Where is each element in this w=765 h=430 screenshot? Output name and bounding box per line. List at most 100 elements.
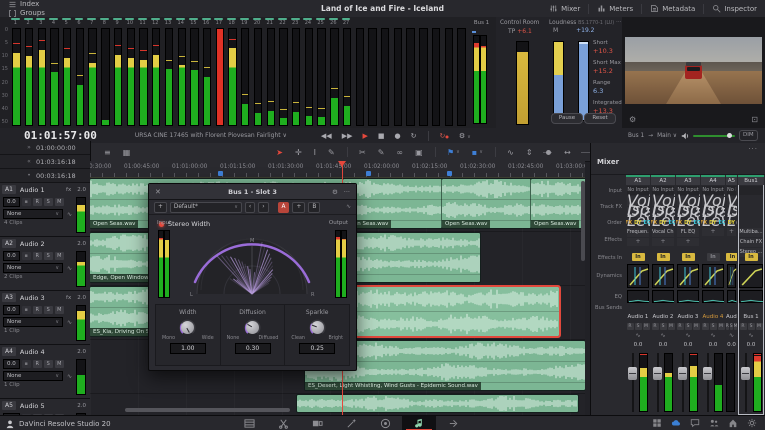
marker-icon[interactable]: ▪ [472,148,477,157]
effect-slot[interactable]: Frequen... [627,228,649,237]
m-button[interactable]: M [55,252,64,260]
pan-control[interactable]: ∿ [676,332,700,341]
bus-assign-dropdown[interactable]: None∨ [3,371,63,381]
track-height-slider[interactable] [543,152,552,153]
track-gain-value[interactable]: 0.0 [3,197,20,207]
record-button[interactable]: ● [394,132,400,140]
timecode-row[interactable]: «01:03:16:18 [0,155,90,169]
flag-chevron-icon[interactable]: ∨ [456,149,460,155]
m-button[interactable]: M [756,323,763,330]
flag-icon[interactable]: ⚑ [447,148,454,157]
mixer-menu-icon[interactable]: ··· [748,145,758,153]
lock-icon[interactable]: ▪ [22,198,31,206]
channel-fader[interactable] [726,350,737,415]
order-dy[interactable]: DY [728,220,735,226]
eq-graph[interactable] [677,290,699,303]
trackfx-slot[interactable]: Dial Lev [727,207,736,217]
fader-handle[interactable] [703,367,712,380]
strip-tab[interactable]: A5 [726,175,737,185]
pan-control[interactable]: ∿ [738,332,764,341]
track-header-a4[interactable]: A4Audio 42.00.0▪RSMNone∨∿1 Clip [0,345,90,399]
chat-button[interactable] [690,418,700,430]
dynamics-graph[interactable] [677,264,699,288]
s-button[interactable]: S [748,323,755,330]
topbar-button-inspector[interactable]: Inspector [704,4,765,13]
channel-fader[interactable] [676,350,700,415]
timeline-marker[interactable] [218,171,223,176]
m-button[interactable]: M [693,323,700,330]
m-button[interactable]: M [55,306,64,314]
preset-b-button[interactable]: B [308,202,320,213]
plugin-close-icon[interactable]: ✕ [155,188,161,196]
lock-icon[interactable]: ▪ [22,360,31,368]
effects-in-toggle[interactable]: In [726,253,737,261]
channel-fader[interactable] [701,350,725,415]
fader-handle[interactable] [628,367,637,380]
r-button[interactable]: R [652,323,659,330]
channel-fader[interactable] [651,350,675,415]
fade-tool-icon[interactable]: ✎ [378,148,385,157]
viewer-options-icon[interactable]: ⚙ [629,115,636,124]
pan-control[interactable]: ∿ [726,332,737,341]
project-manager-button[interactable] [652,418,662,430]
preset-copy-button[interactable]: + [292,202,305,213]
r-button[interactable]: R [702,323,709,330]
pan-control[interactable]: ∿ [651,332,675,341]
mixer-strip-a4[interactable]: A4No InputVoice IsoDial LevFXDYEQ+InAudi… [701,175,725,415]
plugin-settings-icon[interactable]: ⚙ [332,188,338,196]
vertical-zoom-icon[interactable]: ⇕ [526,148,533,157]
fader-value[interactable]: 0.0 [676,341,700,350]
audio-clip[interactable]: Open Seas.wav [442,179,531,228]
knob-dial[interactable] [309,319,326,336]
add-effect-button[interactable]: + [727,228,736,236]
rewind-button[interactable]: ◀◀ [321,132,332,140]
waveform-zoom-icon[interactable]: ∿ [507,148,514,157]
knob-sparkle[interactable]: SparkleCleanBright0.25 [285,305,349,365]
lock-icon[interactable]: ▪ [22,252,31,260]
timeline-zoom-slider[interactable] [581,152,590,153]
dynamics-graph[interactable] [652,264,674,288]
topbar-button-mixer[interactable]: Mixer [541,4,588,13]
order-dy[interactable]: DY [684,220,691,226]
order-eq[interactable]: EQ [694,220,700,226]
order-dy[interactable]: DY [634,220,641,226]
preset-add-button[interactable]: + [154,202,167,213]
page-button-cut[interactable] [266,416,300,430]
effect-slot[interactable]: Multiba... [739,228,763,237]
page-button-color[interactable] [368,416,402,430]
effect-slot[interactable]: FL EQ [677,228,699,237]
plugin-menu-icon[interactable]: ··· [344,188,350,196]
page-button-fusion[interactable] [334,416,368,430]
eq-graph[interactable] [739,290,763,303]
effects-in-toggle[interactable]: In [657,253,670,261]
knob-dial[interactable] [244,319,261,336]
timeline-name-dropdown[interactable]: URSA CINE 17465 with Florent Piovesan Fa… [135,132,287,139]
knob-dial[interactable] [179,319,196,336]
topbar-button-meters[interactable]: Meters [589,4,641,13]
automation-curve-icon[interactable]: ∿ [67,265,72,272]
fader-value[interactable]: 0.0 [726,341,737,350]
bus-assign-dropdown[interactable]: None∨ [3,209,63,219]
s-button[interactable]: S [660,323,667,330]
order-eq[interactable]: EQ [644,220,650,226]
track-header-a2[interactable]: A2Audio 22.00.0▪RSMNone∨∿2 Clips [0,237,90,291]
home-button[interactable] [728,418,738,430]
r-button[interactable]: R [740,323,747,330]
add-effect-button[interactable]: + [627,238,649,246]
strip-tab[interactable]: A4 [701,175,725,185]
loudness-reset-button[interactable]: Reset [584,113,616,124]
order-fx[interactable]: FX [626,220,632,226]
page-button-media[interactable] [232,416,266,430]
strip-tab[interactable]: A1 [626,175,650,185]
order-fx[interactable]: FX [651,220,657,226]
knob-value[interactable]: 0.30 [235,343,271,354]
horizontal-scrollbar[interactable] [125,408,290,412]
order-eq[interactable]: EQ [669,220,675,226]
track-header-a5[interactable]: A5Audio 52.00.0▪RSMNone∨∿ [0,399,90,415]
m-button[interactable]: M [55,360,64,368]
effects-in-toggle[interactable]: In [682,253,695,261]
collaboration-button[interactable] [709,418,719,430]
fast-forward-button[interactable]: ▶▶ [342,132,353,140]
effects-in-toggle[interactable]: In [632,253,645,261]
fader-handle[interactable] [741,367,750,380]
